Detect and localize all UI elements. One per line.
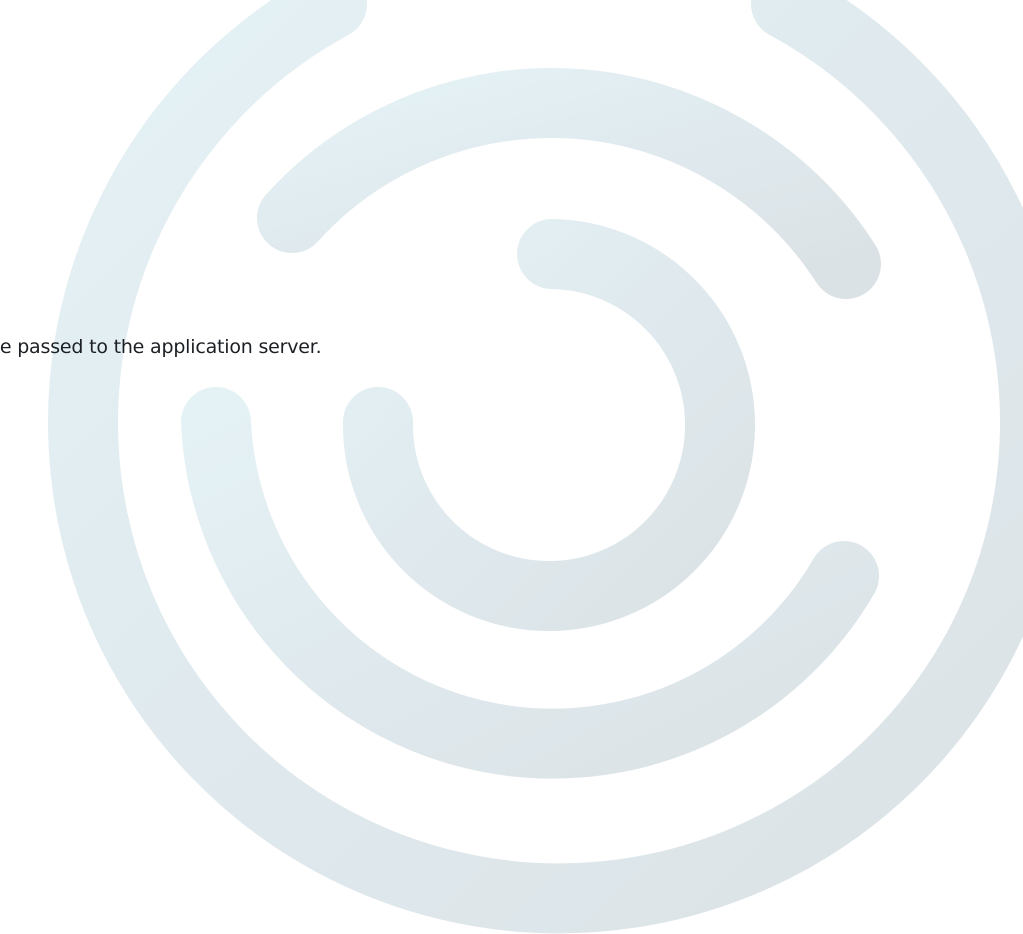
page: be passed to the application server. — [0, 0, 1023, 934]
message-text: be passed to the application server. — [0, 336, 322, 358]
inner-arc — [342, 219, 755, 631]
concentric-arcs-logo-icon — [48, 0, 1023, 934]
